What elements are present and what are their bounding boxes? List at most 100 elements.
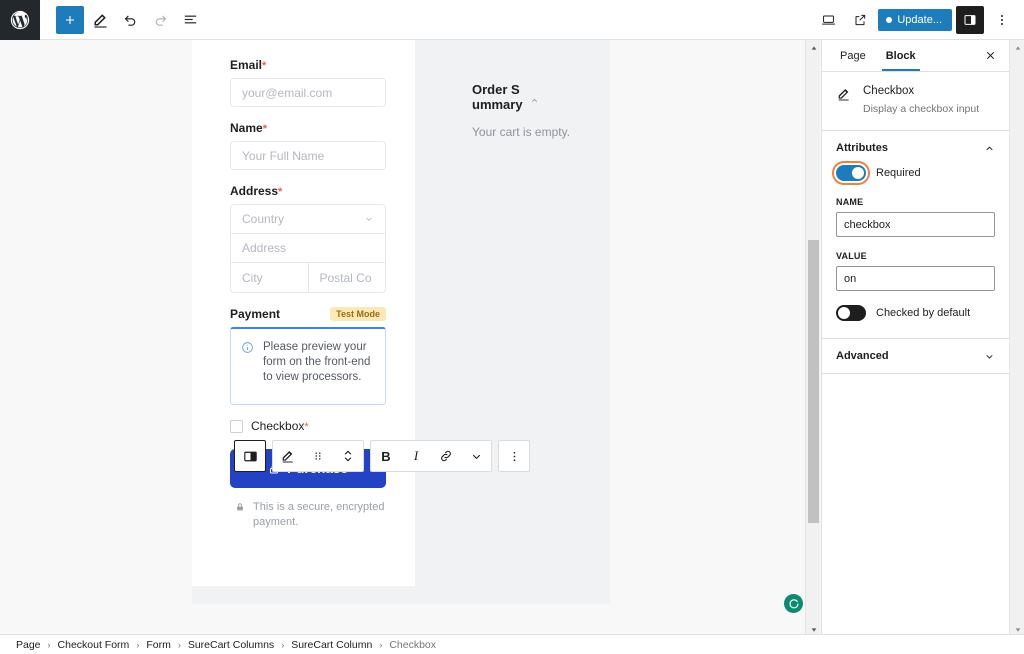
update-button-label: Update...	[897, 14, 942, 26]
payment-header: Payment Test Mode	[230, 307, 386, 321]
breadcrumb-item-page[interactable]: Page	[16, 639, 41, 651]
lock-icon	[235, 502, 245, 512]
settings-sidebar-toggle[interactable]	[956, 6, 984, 34]
attributes-section: Attributes Required NAME VALUE	[822, 131, 1009, 339]
update-button[interactable]: Update...	[878, 9, 952, 31]
name-field-group: NAME	[836, 197, 995, 237]
secure-payment-text: This is a secure, encrypted payment.	[253, 500, 386, 530]
required-mark: *	[262, 60, 266, 72]
email-field-group: Email* your@email.com	[230, 58, 386, 107]
breadcrumb-separator: ›	[379, 640, 382, 650]
tab-block[interactable]: Block	[876, 41, 926, 70]
country-placeholder: Country	[242, 212, 284, 226]
test-mode-badge: Test Mode	[330, 307, 386, 321]
attributes-section-body: Required NAME VALUE Checked by default	[822, 165, 1009, 338]
required-mark: *	[278, 186, 282, 198]
chevron-down-icon[interactable]	[984, 351, 995, 362]
move-up-down-icon[interactable]	[333, 441, 363, 471]
address-placeholder: Address	[242, 241, 286, 255]
undo-button[interactable]	[116, 6, 144, 34]
toggle-knob	[838, 307, 850, 319]
add-block-button[interactable]	[56, 6, 84, 34]
wordpress-logo-icon[interactable]	[0, 0, 40, 40]
preview-button[interactable]	[814, 6, 842, 34]
advanced-section-header[interactable]: Advanced	[822, 339, 1009, 373]
breadcrumb-item-form[interactable]: Form	[146, 639, 171, 651]
email-label: Email*	[230, 58, 386, 72]
editor-canvas: Email* your@email.com Name* Your Full Na…	[0, 40, 805, 634]
scroll-up-arrow-icon[interactable]	[1010, 40, 1024, 55]
selected-block-info: Checkbox Display a checkbox input	[822, 72, 1009, 131]
breadcrumb-item-checkbox[interactable]: Checkbox	[389, 639, 436, 651]
scroll-up-arrow-icon[interactable]	[806, 40, 821, 55]
block-options-group	[498, 440, 530, 472]
columns-block-icon[interactable]	[235, 441, 265, 471]
editor-top-bar: Update...	[0, 0, 1024, 40]
sidebar-scrollbar[interactable]	[1009, 40, 1024, 654]
pencil-icon[interactable]	[273, 441, 303, 471]
top-bar-right-tools: Update...	[814, 6, 1016, 34]
block-name: Checkbox	[863, 85, 979, 97]
checked-by-default-label: Checked by default	[876, 307, 970, 319]
editor-options-button[interactable]	[988, 6, 1016, 34]
breadcrumb-separator: ›	[178, 640, 181, 650]
required-toggle-label: Required	[876, 167, 921, 179]
support-widget-button[interactable]	[784, 594, 803, 613]
address-label: Address*	[230, 184, 386, 198]
city-placeholder: City	[242, 271, 263, 285]
advanced-title: Advanced	[836, 350, 889, 362]
redo-button[interactable]	[146, 6, 174, 34]
checkbox-block[interactable]: Checkbox*	[230, 419, 386, 433]
order-summary-column: Order Summary Your cart is empty.	[415, 40, 610, 586]
breadcrumb-item-surecart-column[interactable]: SureCart Column	[291, 639, 372, 651]
postal-code-input[interactable]: Postal Co	[309, 263, 386, 292]
view-site-button[interactable]	[846, 6, 874, 34]
list-view-button[interactable]	[176, 6, 204, 34]
bold-button[interactable]: B	[371, 441, 401, 471]
more-formats-chevron-down-icon[interactable]	[461, 441, 491, 471]
required-toggle[interactable]	[836, 165, 866, 181]
city-postal-row: City Postal Co	[231, 263, 385, 292]
breadcrumb-item-checkout-form[interactable]: Checkout Form	[58, 639, 130, 651]
sidebar-tabs: Page Block	[822, 40, 1009, 72]
checkbox-input[interactable]	[230, 420, 243, 433]
settings-sidebar: Page Block Checkbox Display a checkbox i…	[821, 40, 1009, 634]
breadcrumb-separator: ›	[136, 640, 139, 650]
order-summary-header[interactable]: Order Summary	[472, 82, 582, 112]
cart-empty-message: Your cart is empty.	[472, 124, 582, 141]
canvas-scrollbar[interactable]	[805, 40, 820, 654]
support-spinner-icon	[788, 598, 800, 610]
info-circle-icon	[241, 341, 254, 394]
breadcrumb-item-surecart-columns[interactable]: SureCart Columns	[188, 639, 274, 651]
required-mark: *	[263, 123, 267, 135]
required-mark: *	[304, 421, 308, 433]
country-select[interactable]: Country	[231, 205, 385, 234]
required-toggle-row: Required	[836, 165, 995, 181]
name-label: Name*	[230, 121, 386, 135]
name-placeholder: Your Full Name	[242, 149, 324, 163]
email-input[interactable]: your@email.com	[230, 78, 386, 107]
attributes-section-header[interactable]: Attributes	[822, 131, 1009, 165]
link-icon[interactable]	[431, 441, 461, 471]
close-sidebar-icon[interactable]	[979, 45, 1001, 67]
checkbox-label: Checkbox*	[251, 419, 309, 433]
name-field-input[interactable]	[836, 212, 995, 237]
tools-pencil-button[interactable]	[86, 6, 114, 34]
block-info-text: Checkbox Display a checkbox input	[863, 85, 979, 116]
italic-button[interactable]: I	[401, 441, 431, 471]
kebab-menu-icon[interactable]	[499, 441, 529, 471]
address-line-input[interactable]: Address	[231, 234, 385, 263]
drag-handle-icon[interactable]	[303, 441, 333, 471]
name-input[interactable]: Your Full Name	[230, 141, 386, 170]
chevron-up-icon[interactable]	[530, 96, 539, 105]
postal-placeholder: Postal Co	[320, 271, 372, 285]
block-actions-group	[272, 440, 364, 472]
canvas-scrollbar-thumb[interactable]	[808, 240, 819, 523]
city-input[interactable]: City	[231, 263, 309, 292]
chevron-up-icon[interactable]	[984, 143, 995, 154]
tab-page[interactable]: Page	[830, 41, 876, 70]
value-field-label: VALUE	[836, 251, 995, 261]
email-placeholder: your@email.com	[242, 86, 332, 100]
checked-by-default-toggle[interactable]	[836, 305, 866, 321]
value-field-input[interactable]	[836, 266, 995, 291]
